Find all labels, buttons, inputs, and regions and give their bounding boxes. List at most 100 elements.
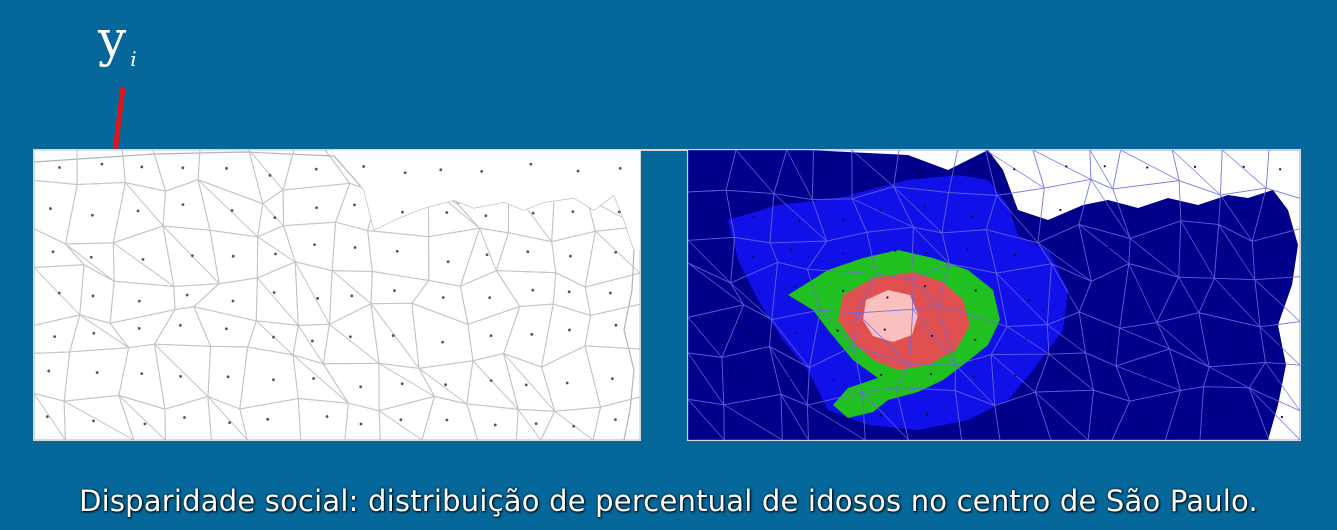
district-centroid <box>92 331 96 335</box>
district-centroid <box>1226 411 1229 414</box>
district-outline-map <box>34 150 640 440</box>
district-centroid <box>1279 345 1282 348</box>
district-centroid <box>312 377 315 380</box>
district-centroid <box>266 417 270 421</box>
district-centroid <box>1275 215 1278 218</box>
district-centroid <box>1281 297 1284 301</box>
district-centroid <box>1104 204 1107 207</box>
district-centroid <box>798 219 801 222</box>
district-centroid <box>90 213 94 217</box>
district-centroid <box>1151 250 1154 253</box>
district-centroid <box>748 333 752 336</box>
district-centroid <box>756 168 759 171</box>
district-centroid <box>611 377 614 380</box>
district-centroid <box>401 210 404 214</box>
district-centroid <box>1065 249 1068 252</box>
district-centroid <box>316 296 320 300</box>
district-centroid <box>788 377 791 380</box>
district-centroid <box>140 372 144 376</box>
district-centroid <box>1025 337 1028 340</box>
district-centroid <box>1229 295 1232 299</box>
district-centroid <box>178 323 182 327</box>
district-centroid <box>707 211 710 215</box>
district-centroid <box>274 252 277 256</box>
district-centroid <box>969 170 973 174</box>
district-centroid <box>1011 214 1014 217</box>
district-centroid <box>614 250 618 254</box>
district-centroid <box>1013 253 1016 257</box>
district-centroid <box>185 293 189 297</box>
district-centroid <box>1186 293 1189 296</box>
district-centroid <box>484 214 488 218</box>
district-centroid <box>353 203 356 207</box>
district-centroid <box>183 416 186 419</box>
district-centroid <box>315 206 318 210</box>
district-centroid <box>576 169 580 173</box>
district-centroid <box>832 378 835 381</box>
district-centroid <box>929 373 933 376</box>
district-centroid <box>707 255 710 258</box>
caption: Disparidade social: distribuição de perc… <box>79 484 1258 518</box>
district-centroid <box>273 216 277 220</box>
district-centroid <box>1095 342 1098 345</box>
district-centroid <box>1232 252 1236 256</box>
district-centroid <box>137 299 141 303</box>
district-centroid <box>1193 165 1197 168</box>
district-centroid <box>1104 419 1108 422</box>
district-centroid <box>230 209 234 212</box>
district-centroid <box>799 172 802 175</box>
district-centroid <box>1184 337 1187 340</box>
district-centroid <box>974 338 977 341</box>
district-centroid <box>836 329 839 332</box>
district-centroid <box>224 327 228 331</box>
district-centroid <box>45 415 49 418</box>
district-centroid <box>268 173 272 177</box>
district-centroid <box>1189 416 1192 419</box>
district-centroid <box>703 420 706 423</box>
district-centroid <box>350 294 354 298</box>
district-centroid <box>530 332 534 336</box>
district-centroid <box>841 252 845 255</box>
district-centroid <box>485 253 489 257</box>
district-centroid <box>925 413 928 416</box>
district-centroid <box>1276 251 1280 254</box>
district-centroid <box>489 334 493 338</box>
district-centroid <box>445 211 449 214</box>
district-centroid <box>228 421 231 425</box>
district-centroid <box>399 418 403 422</box>
district-centroid <box>833 419 836 422</box>
district-centroid <box>1186 371 1189 374</box>
district-centroid <box>753 215 756 218</box>
district-centroid <box>710 289 713 292</box>
district-centroid <box>445 418 449 422</box>
district-centroid <box>47 369 51 373</box>
district-centroid <box>395 249 399 253</box>
district-centroid <box>313 243 316 247</box>
district-centroid <box>140 165 144 169</box>
district-centroid <box>1013 168 1016 171</box>
district-centroid <box>1234 343 1237 346</box>
district-centroid <box>842 289 845 292</box>
district-centroid <box>971 215 974 218</box>
district-centroid <box>1059 208 1062 212</box>
district-centroid <box>488 296 492 300</box>
district-centroid <box>439 168 443 172</box>
district-centroid <box>1242 165 1245 168</box>
district-centroid <box>136 209 140 213</box>
district-centroid <box>231 254 235 258</box>
district-centroid <box>441 340 445 344</box>
district-centroid <box>89 255 93 259</box>
district-centroid <box>614 418 617 422</box>
district-centroid <box>565 381 569 385</box>
district-centroid <box>137 326 141 330</box>
district-centroid <box>362 165 366 168</box>
district-centroid <box>493 423 497 427</box>
district-centroid <box>1147 208 1150 211</box>
district-centroid <box>1063 335 1067 338</box>
district-centroid <box>444 383 448 387</box>
district-centroid <box>571 210 575 214</box>
district-centroid <box>886 296 889 299</box>
district-centroid <box>359 422 363 426</box>
district-centroid <box>91 294 95 298</box>
district-centroid <box>143 422 147 426</box>
